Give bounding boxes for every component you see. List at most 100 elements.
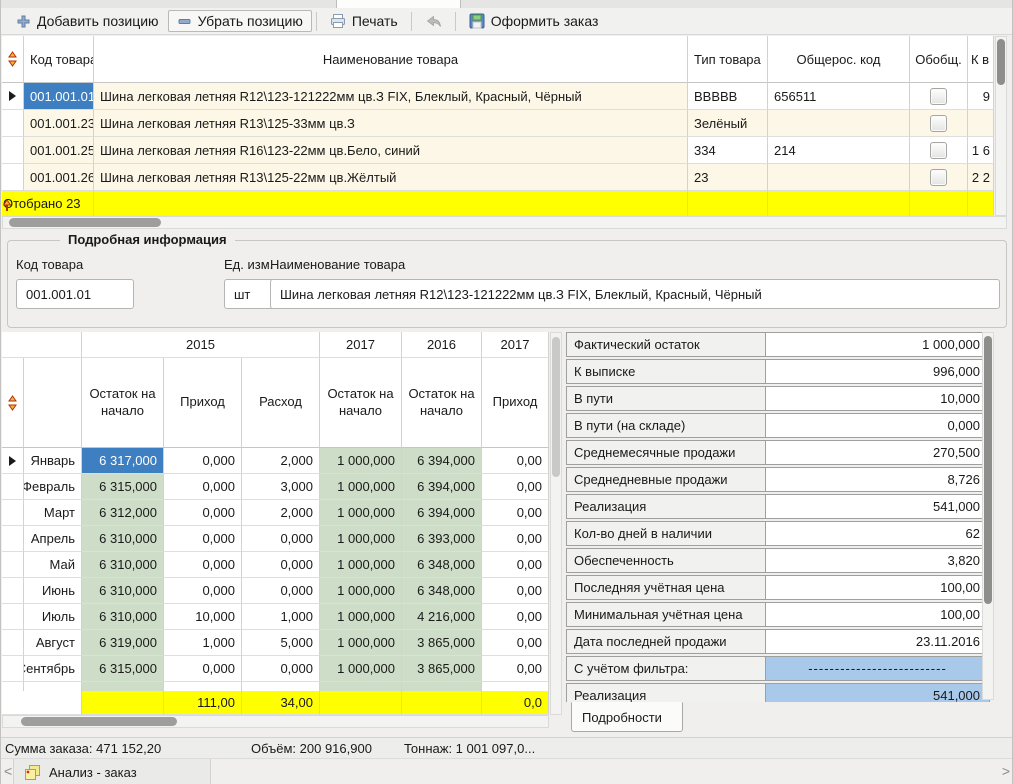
info-value-cell[interactable]: 541,000 (766, 683, 990, 702)
scroll-tabs-right-icon[interactable]: > (1002, 763, 1010, 779)
column-header[interactable]: Остаток на начало (82, 358, 164, 448)
name-field[interactable] (270, 279, 1000, 309)
products-hscrollbar[interactable] (2, 216, 1007, 229)
value-cell[interactable]: 6 310,000 (82, 526, 164, 552)
month-cell[interactable]: Июнь (24, 578, 82, 604)
column-header[interactable]: Расход (242, 358, 320, 448)
product-name-cell[interactable]: Шина легковая летняя R13\125-22мм цв.Жёл… (94, 164, 688, 191)
month-cell[interactable]: Май (24, 552, 82, 578)
product-code-cell[interactable]: 001.001.26 (24, 164, 94, 191)
value-cell[interactable]: 0,00 (482, 474, 549, 500)
monthly-hscrollbar[interactable] (2, 715, 549, 728)
column-header[interactable]: Остаток на начало (320, 358, 402, 448)
column-header-type[interactable]: Тип товара (688, 36, 768, 83)
column-header-generalized[interactable]: Обобщ. (910, 36, 968, 83)
value-cell[interactable]: 6 394,000 (402, 500, 482, 526)
value-cell[interactable]: 1 000,000 (320, 500, 402, 526)
product-code-cell[interactable]: 001.001.23 (24, 110, 94, 137)
info-value-cell[interactable]: 0,000 (766, 413, 990, 438)
clipped-value-cell[interactable]: 1 6 (968, 137, 994, 164)
value-cell[interactable]: 0,00 (482, 578, 549, 604)
scroll-tabs-left-icon[interactable]: < (4, 763, 12, 779)
month-cell[interactable]: Август (24, 630, 82, 656)
value-cell[interactable]: 6 348,000 (402, 552, 482, 578)
value-cell[interactable]: 0,000 (164, 526, 242, 552)
info-value-cell[interactable]: 10,000 (766, 386, 990, 411)
generalized-checkbox[interactable] (930, 142, 947, 159)
value-cell[interactable]: 2,000 (242, 500, 320, 526)
info-value-cell[interactable]: 541,000 (766, 494, 990, 519)
add-position-button[interactable]: Добавить позицию (7, 10, 168, 32)
column-header[interactable]: Приход (482, 358, 549, 448)
value-cell[interactable]: 6 319,000 (82, 630, 164, 656)
value-cell[interactable]: 3 865,000 (402, 656, 482, 682)
value-cell[interactable]: 6 394,000 (402, 474, 482, 500)
product-name-cell[interactable]: Шина легковая летняя R16\123-22мм цв.Бел… (94, 137, 688, 164)
info-value-cell[interactable]: 3,820 (766, 548, 990, 573)
value-cell[interactable]: 1,000 (164, 630, 242, 656)
print-button[interactable]: Печать (321, 10, 407, 32)
value-cell[interactable]: 1 000,000 (320, 578, 402, 604)
value-cell[interactable]: 1 000,000 (320, 604, 402, 630)
value-cell[interactable]: 0,00 (482, 656, 549, 682)
code-field[interactable] (16, 279, 134, 309)
info-value-cell[interactable]: 996,000 (766, 359, 990, 384)
value-cell[interactable]: 0,000 (242, 526, 320, 552)
column-header-clipped[interactable]: К в (968, 36, 994, 83)
value-cell[interactable]: 0,000 (164, 552, 242, 578)
info-value-cell[interactable]: 8,726 (766, 467, 990, 492)
value-cell[interactable]: 6 394,000 (402, 448, 482, 474)
value-cell[interactable]: 6 310,000 (82, 578, 164, 604)
column-header-code[interactable]: Код товара (24, 36, 94, 83)
national-code-cell[interactable] (768, 110, 910, 137)
clipped-value-cell[interactable]: 2 2 (968, 164, 994, 191)
clipped-value-cell[interactable]: 9 (968, 83, 994, 110)
value-cell[interactable]: 6 315,000 (82, 474, 164, 500)
product-code-cell[interactable]: 001.001.25 (24, 137, 94, 164)
value-cell[interactable]: 0,000 (242, 656, 320, 682)
info-value-cell[interactable]: 100,00 (766, 602, 990, 627)
value-cell[interactable]: 0,000 (164, 656, 242, 682)
product-type-cell[interactable]: Зелёный (688, 110, 768, 137)
value-cell[interactable]: 6 310,000 (82, 552, 164, 578)
value-cell[interactable]: 0,000 (242, 552, 320, 578)
value-cell[interactable]: 0,00 (482, 552, 549, 578)
month-cell[interactable]: Июль (24, 604, 82, 630)
info-value-cell[interactable]: 100,00 (766, 575, 990, 600)
year-header[interactable]: 2017 (482, 332, 549, 358)
value-cell[interactable]: 6 310,000 (82, 604, 164, 630)
value-cell[interactable]: 5,000 (242, 630, 320, 656)
remove-position-button[interactable]: Убрать позицию (168, 10, 312, 32)
value-cell[interactable]: 6 393,000 (402, 526, 482, 552)
undo-button[interactable] (416, 11, 451, 32)
column-header[interactable]: Остаток на начало (402, 358, 482, 448)
product-name-cell[interactable]: Шина легковая летняя R12\123-121222мм цв… (94, 83, 688, 110)
place-order-button[interactable]: Оформить заказ (460, 10, 608, 32)
value-cell[interactable]: 6 315,000 (82, 656, 164, 682)
year-header[interactable]: 2017 (320, 332, 402, 358)
value-cell[interactable]: 0,00 (482, 500, 549, 526)
month-cell[interactable]: Апрель (24, 526, 82, 552)
product-type-cell[interactable]: 334 (688, 137, 768, 164)
info-vscrollbar[interactable] (982, 332, 994, 700)
year-header[interactable]: 2016 (402, 332, 482, 358)
value-cell[interactable]: 6 312,000 (82, 500, 164, 526)
month-cell[interactable]: Март (24, 500, 82, 526)
value-cell[interactable]: 0,000 (242, 578, 320, 604)
value-cell[interactable]: 0,00 (482, 526, 549, 552)
column-header-national-code[interactable]: Общерос. код (768, 36, 910, 83)
value-cell[interactable]: 4 216,000 (402, 604, 482, 630)
active-tab-remnant[interactable] (336, 0, 461, 8)
monthly-vscrollbar[interactable] (550, 332, 562, 715)
value-cell[interactable]: 0,000 (164, 578, 242, 604)
value-cell[interactable]: 0,000 (164, 500, 242, 526)
value-cell[interactable]: 3 865,000 (402, 630, 482, 656)
national-code-cell[interactable]: 214 (768, 137, 910, 164)
value-cell[interactable]: 0,00 (482, 448, 549, 474)
product-type-cell[interactable]: BBBBB (688, 83, 768, 110)
column-header-name[interactable]: Наименование товара (94, 36, 688, 83)
value-cell[interactable]: 1 000,000 (320, 526, 402, 552)
product-name-cell[interactable]: Шина легковая летняя R13\125-33мм цв.З (94, 110, 688, 137)
product-type-cell[interactable]: 23 (688, 164, 768, 191)
national-code-cell[interactable]: 656511 (768, 83, 910, 110)
